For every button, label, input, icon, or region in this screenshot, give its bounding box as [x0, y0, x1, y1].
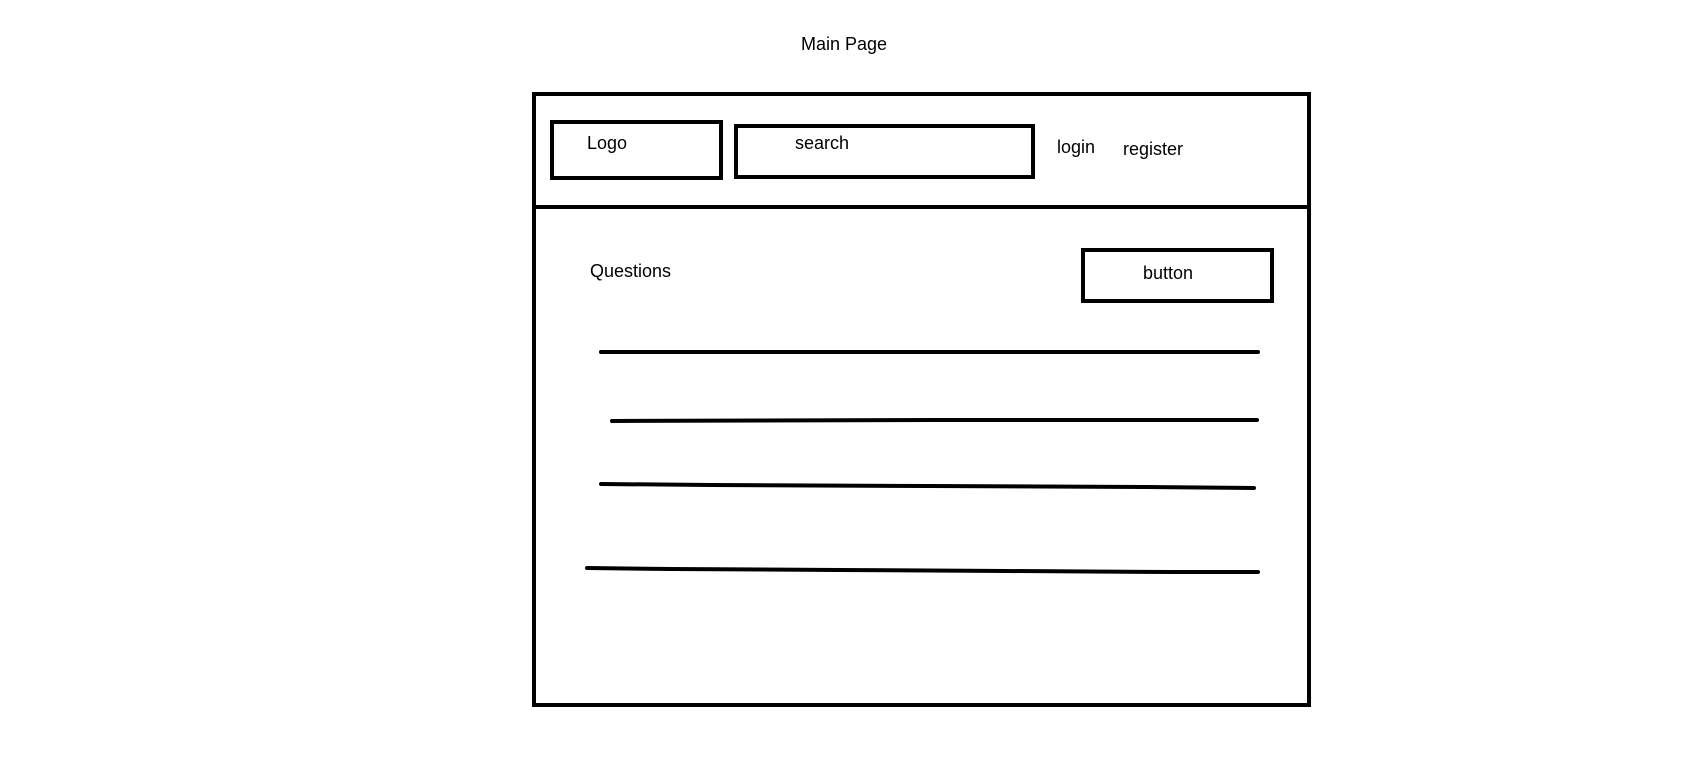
logo-box[interactable]: [550, 120, 723, 180]
search-box[interactable]: [734, 124, 1035, 179]
action-button-label: button: [1143, 263, 1194, 283]
questions-title: Questions: [590, 261, 672, 281]
logo-label: Logo: [587, 133, 628, 153]
search-label: search: [795, 133, 850, 153]
wireframe-frame: [532, 92, 1311, 707]
register-link[interactable]: register: [1123, 140, 1183, 158]
header-divider: [532, 205, 1311, 209]
login-link[interactable]: login: [1057, 138, 1095, 156]
page-title: Main Page: [801, 34, 888, 54]
